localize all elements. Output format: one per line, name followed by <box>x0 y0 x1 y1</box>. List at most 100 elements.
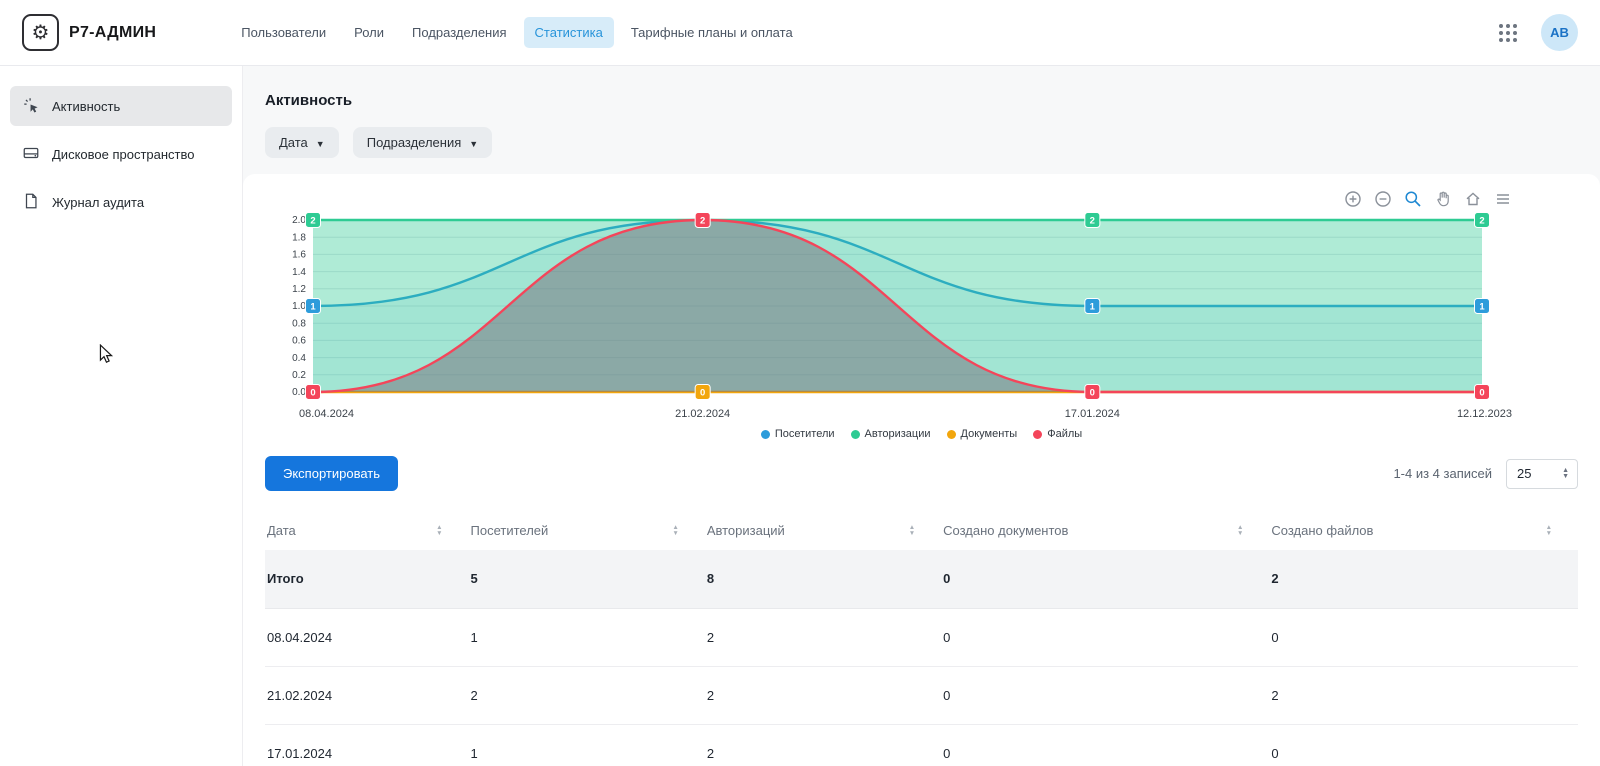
table-cell: 1 <box>469 724 705 766</box>
pointer-click-icon <box>22 96 40 117</box>
sort-icon[interactable]: ▲▼ <box>436 525 442 536</box>
legend-label: Посетители <box>775 428 835 440</box>
app-logo: ⚙ Р7-АДМИН <box>22 14 156 51</box>
table-cell: 2 <box>469 666 705 724</box>
svg-text:08.04.2024: 08.04.2024 <box>299 408 354 420</box>
svg-text:1.2: 1.2 <box>292 284 306 295</box>
content-panel: 0.00.20.40.60.81.01.21.41.61.82.008.04.2… <box>243 174 1600 766</box>
topbar-right: АВ <box>1495 14 1578 51</box>
svg-text:0: 0 <box>1090 387 1095 398</box>
main-content: Активность Дата▼Подразделения▼ 0.00.20.4… <box>243 66 1600 766</box>
app-title: Р7-АДМИН <box>69 24 156 42</box>
sidebar-item-label: Журнал аудита <box>52 195 144 210</box>
export-button[interactable]: Экспортировать <box>265 456 398 491</box>
apps-grid-icon[interactable] <box>1495 20 1521 46</box>
table-cell: 2 <box>705 608 941 666</box>
column-header[interactable]: Дата ▲▼ <box>265 511 469 550</box>
sidebar-item[interactable]: Дисковое пространство <box>10 134 232 174</box>
nav-item[interactable]: Подразделения <box>401 17 518 48</box>
sort-icon[interactable]: ▲▼ <box>909 525 915 536</box>
table-cell: 5 <box>469 550 705 608</box>
sidebar-item[interactable]: Активность <box>10 86 232 126</box>
svg-text:2.0: 2.0 <box>292 215 306 226</box>
menu-icon[interactable] <box>1494 190 1512 208</box>
topbar: ⚙ Р7-АДМИН ПользователиРолиПодразделения… <box>0 0 1600 66</box>
storage-icon <box>22 144 40 165</box>
table-cell: 1 <box>469 608 705 666</box>
svg-text:1.8: 1.8 <box>292 232 306 243</box>
legend-item[interactable]: Файлы <box>1033 428 1082 440</box>
table-cell: 0 <box>941 550 1269 608</box>
table-cell: 0 <box>941 724 1269 766</box>
page-title: Активность <box>265 92 1578 109</box>
column-label: Дата <box>267 523 296 538</box>
legend-item[interactable]: Документы <box>947 428 1018 440</box>
zoom-in-icon[interactable] <box>1344 190 1362 208</box>
pan-icon[interactable] <box>1434 190 1452 208</box>
page-head: Активность Дата▼ Подразделения▼ <box>243 66 1600 158</box>
table-body: Итого580208.04.2024120021.02.2024220217.… <box>265 550 1578 766</box>
svg-text:0.0: 0.0 <box>292 387 306 398</box>
avatar[interactable]: АВ <box>1541 14 1578 51</box>
sidebar-item-label: Активность <box>52 99 120 114</box>
legend-label: Авторизации <box>865 428 931 440</box>
column-label: Посетителей <box>471 523 549 538</box>
column-header[interactable]: Авторизаций▲▼ <box>705 511 941 550</box>
sidebar-item[interactable]: Журнал аудита <box>10 182 232 222</box>
table-cell: 2 <box>1269 550 1578 608</box>
svg-text:0.8: 0.8 <box>292 318 306 329</box>
sidebar-item-label: Дисковое пространство <box>52 147 195 162</box>
actions-row: Экспортировать 1-4 из 4 записей 25 ▲▼ <box>265 456 1578 491</box>
svg-text:17.01.2024: 17.01.2024 <box>1065 408 1120 420</box>
top-nav: ПользователиРолиПодразделенияСтатистикаТ… <box>230 17 803 48</box>
table-cell: 21.02.2024 <box>265 666 469 724</box>
stepper-icon[interactable]: ▲▼ <box>1562 468 1569 480</box>
sidebar: Активность Дисковое пространство Журнал ау… <box>0 66 243 766</box>
svg-text:2: 2 <box>310 215 315 226</box>
legend-dot-icon <box>761 430 770 439</box>
table-row: 21.02.20242202 <box>265 666 1578 724</box>
svg-text:1.6: 1.6 <box>292 250 306 261</box>
page-size-select[interactable]: 25 ▲▼ <box>1506 459 1578 489</box>
sort-icon[interactable]: ▲▼ <box>672 525 678 536</box>
column-header[interactable]: Создано документов▲▼ <box>941 511 1269 550</box>
nav-item[interactable]: Пользователи <box>230 17 337 48</box>
filter-label: Подразделения <box>367 135 462 150</box>
table-cell: 08.04.2024 <box>265 608 469 666</box>
svg-text:2: 2 <box>1090 215 1095 226</box>
column-label: Создано файлов <box>1271 523 1373 538</box>
pager: 1-4 из 4 записей 25 ▲▼ <box>1393 459 1578 489</box>
home-icon[interactable] <box>1464 190 1482 208</box>
nav-item[interactable]: Статистика <box>524 17 614 48</box>
column-header[interactable]: Посетителей ▲▼ <box>469 511 705 550</box>
page-size-value: 25 <box>1517 466 1531 481</box>
sort-icon[interactable]: ▲▼ <box>1546 525 1552 536</box>
legend-label: Файлы <box>1047 428 1082 440</box>
filter-chip[interactable]: Подразделения▼ <box>353 127 492 158</box>
svg-text:0.4: 0.4 <box>292 353 306 364</box>
svg-text:1.4: 1.4 <box>292 267 306 278</box>
svg-text:1.0: 1.0 <box>292 301 306 312</box>
table-cell: 0 <box>941 608 1269 666</box>
table-cell: 2 <box>705 724 941 766</box>
svg-text:1: 1 <box>1090 301 1096 312</box>
column-header[interactable]: Создано файлов ▲▼ <box>1269 511 1578 550</box>
svg-text:2: 2 <box>700 215 705 226</box>
legend-dot-icon <box>1033 430 1042 439</box>
legend-item[interactable]: Посетители <box>761 428 835 440</box>
chart-toolbar <box>265 188 1578 210</box>
legend-item[interactable]: Авторизации <box>851 428 931 440</box>
zoom-select-icon[interactable] <box>1404 190 1422 208</box>
nav-item[interactable]: Тарифные планы и оплата <box>620 17 804 48</box>
nav-item[interactable]: Роли <box>343 17 395 48</box>
filter-label: Дата <box>279 135 308 150</box>
table-cell: Итого <box>265 550 469 608</box>
svg-text:21.02.2024: 21.02.2024 <box>675 408 730 420</box>
svg-text:2: 2 <box>1479 215 1484 226</box>
table-cell: 2 <box>1269 666 1578 724</box>
zoom-out-icon[interactable] <box>1374 190 1392 208</box>
table-header-row: Дата▲▼Посетителей▲▼Авторизаций▲▼Создано … <box>265 511 1578 550</box>
filter-chip[interactable]: Дата▼ <box>265 127 339 158</box>
svg-text:0: 0 <box>310 387 315 398</box>
sort-icon[interactable]: ▲▼ <box>1237 525 1243 536</box>
